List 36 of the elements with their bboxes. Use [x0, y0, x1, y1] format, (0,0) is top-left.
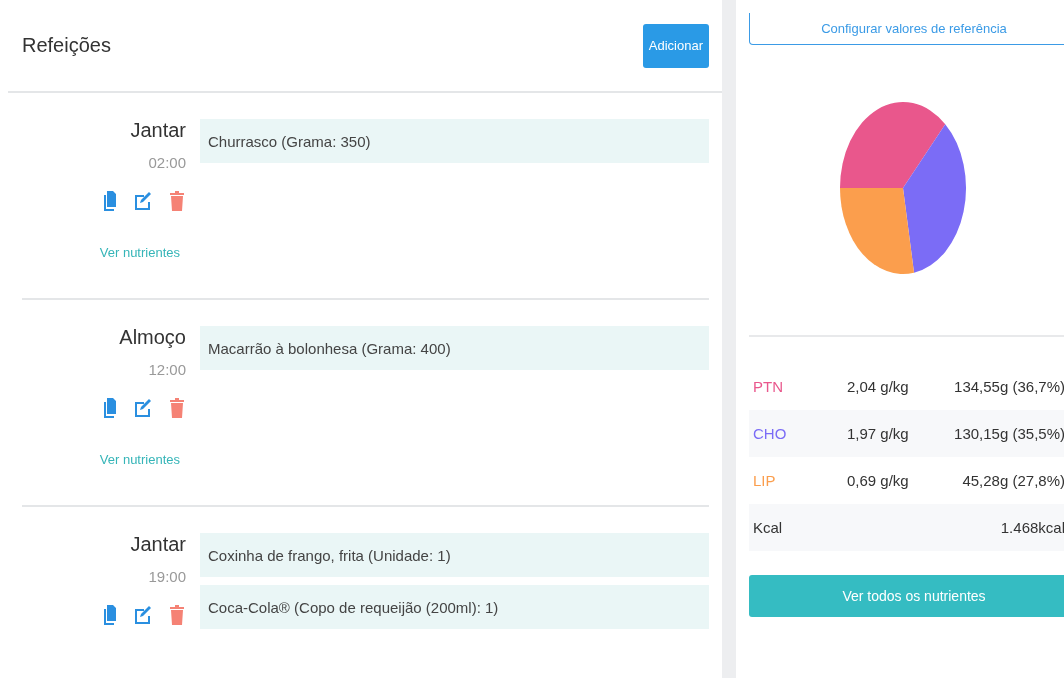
food-item[interactable]: Churrasco (Grama: 350) [200, 119, 709, 163]
all-nutrients-button[interactable]: Ver todos os nutrientes [749, 575, 1064, 617]
meal-name: Jantar [130, 119, 186, 142]
per-kg-value: 2,04 g/kg [847, 378, 909, 395]
trash-icon[interactable] [170, 191, 184, 211]
panel-title: Refeições [22, 34, 111, 57]
nutrients-link[interactable]: Ver nutrientes [99, 245, 180, 260]
copy-icon[interactable] [104, 191, 116, 211]
edit-icon[interactable] [134, 398, 152, 418]
meal-name: Jantar [130, 533, 186, 556]
copy-icon[interactable] [104, 605, 116, 625]
total-value: 45,28g (27,8%) [961, 472, 1064, 489]
trash-icon[interactable] [170, 398, 184, 418]
macro-label: LIP [752, 472, 777, 489]
food-item[interactable]: Coca-Cola® (Copo de requeijão (200ml): 1) [200, 585, 709, 629]
total-value: 134,55g (36,7%) [953, 378, 1064, 395]
per-kg-value: 0,69 g/kg [847, 472, 909, 489]
macro-label: CHO [752, 425, 788, 442]
trash-icon[interactable] [170, 605, 184, 625]
nutrients-link[interactable]: Ver nutrientes [99, 452, 180, 467]
copy-icon[interactable] [104, 398, 116, 418]
total-value: 1.468kcal [999, 519, 1064, 536]
edit-icon[interactable] [134, 191, 152, 211]
macro-label: PTN [752, 378, 784, 395]
food-item[interactable]: Macarrão à bolonhesa (Grama: 400) [200, 326, 709, 370]
food-item[interactable]: Coxinha de frango, frita (Unidade: 1) [200, 533, 709, 577]
per-kg-value: 1,97 g/kg [847, 425, 909, 442]
meal-time: 19:00 [148, 568, 186, 585]
add-button[interactable]: Adicionar [642, 23, 709, 68]
total-value: 130,15g (35,5%) [953, 425, 1064, 442]
meal-time: 12:00 [148, 361, 186, 378]
meal-time: 02:00 [148, 154, 186, 171]
meal-name: Almoço [119, 326, 186, 349]
edit-icon[interactable] [134, 605, 152, 625]
config-button[interactable]: Configurar valores de referência [749, 13, 1064, 45]
macro-label: Kcal [752, 519, 784, 536]
